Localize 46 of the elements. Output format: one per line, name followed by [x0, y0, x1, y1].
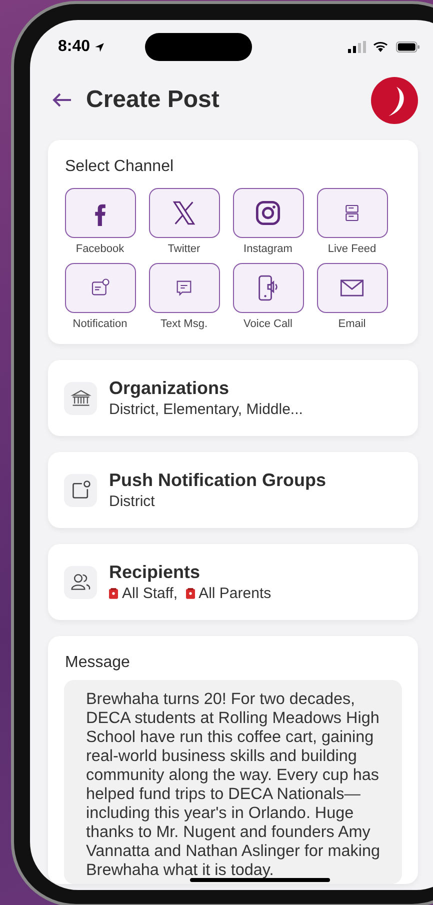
channel-button[interactable]: [232, 188, 304, 238]
crescent-logo-icon[interactable]: [371, 76, 418, 124]
channel-button[interactable]: [148, 188, 220, 238]
channel-button[interactable]: [316, 263, 388, 313]
square-dot-icon: [70, 479, 92, 501]
channel-button[interactable]: [64, 263, 136, 313]
tag-icon: [109, 588, 118, 599]
camera-icon: [255, 200, 281, 226]
chat-bubble-icon: [174, 278, 194, 298]
channel-button[interactable]: [148, 263, 220, 313]
setting-title: Organizations: [109, 378, 230, 399]
location-arrow-icon: [94, 42, 106, 52]
setting-title: Push Notification Groups: [109, 470, 326, 491]
notification-icon: [90, 278, 110, 298]
channel-label: Instagram: [244, 243, 292, 255]
x-logo-icon: [171, 200, 197, 226]
setting-row[interactable]: Recipients All Staff, All Parents: [48, 544, 418, 620]
battery-icon: [396, 41, 420, 53]
people-icon: [70, 571, 92, 593]
signal-icon: [348, 41, 366, 53]
message-field[interactable]: Brewhaha turns 20! For two decades, DECA students at Rolling Meadows High School have run this coffee cart, gaining real-world business skills and building community along the way. Every cup has helped fund trips to DECA Nationals—including this year's in Orlando. Huge thanks to Mr. Nugent and founders Amy Vannatta and Nathan Aslinger for making Brewhaha what it is today.: [64, 680, 402, 884]
setting-title: Recipients: [109, 562, 202, 583]
setting-row[interactable]: Organizations District, Elementary, Middle...: [48, 360, 418, 436]
channel-label: Twitter: [168, 243, 200, 255]
section-title: Select Channel: [64, 157, 175, 176]
setting-row[interactable]: Push Notification Groups District: [48, 452, 418, 528]
channel-button[interactable]: [64, 188, 136, 238]
tag-icon: [186, 588, 195, 599]
channel-label: Facebook: [76, 243, 124, 255]
channel-label: Live Feed: [328, 243, 376, 255]
field-label: Message: [64, 653, 131, 672]
back-arrow-icon[interactable]: [52, 92, 72, 108]
recipient-label: All Parents: [198, 585, 272, 602]
setting-value: District, Elementary, Middle...: [109, 401, 303, 418]
setting-value: District: [109, 493, 156, 510]
status-time: 8:40: [58, 38, 90, 56]
page-title: Create Post: [86, 86, 220, 114]
channel-button[interactable]: [232, 263, 304, 313]
channel-label: Voice Call: [244, 318, 292, 330]
channel-label: Text Msg.: [160, 318, 208, 330]
recipient-label: All Staff,: [122, 585, 178, 602]
building-icon: [70, 387, 92, 409]
channel-button[interactable]: [316, 188, 388, 238]
channel-label: Email: [338, 318, 366, 330]
channel-label: Notification: [72, 318, 128, 330]
wifi-icon: [372, 41, 390, 53]
